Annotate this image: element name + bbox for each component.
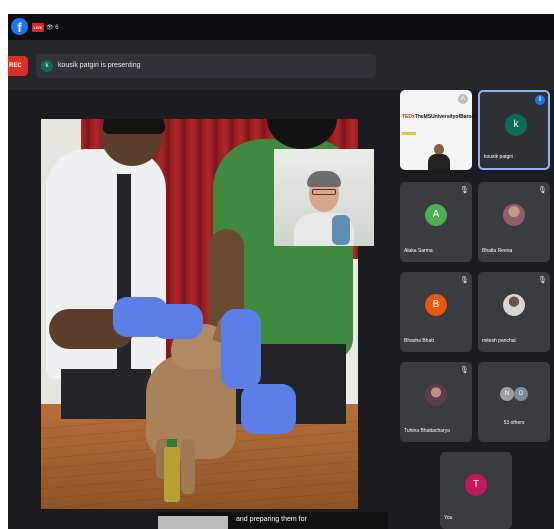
speaker-photo bbox=[428, 144, 450, 170]
avatar: N bbox=[500, 387, 514, 401]
live-stream-bar: f LIVE 👁 6 bbox=[8, 14, 554, 40]
avatar: T bbox=[465, 474, 487, 496]
participant-name: Bhasha Bhatt bbox=[404, 338, 435, 344]
speaking-indicator-icon: ⦀ bbox=[535, 95, 545, 105]
participant-tile-bhatla[interactable]: 🎙 Bhatla Reena bbox=[478, 182, 550, 262]
participant-tile-others[interactable]: N D 53 others bbox=[478, 362, 550, 442]
participant-tile-kousik[interactable]: ⦀ k kousik patgiri bbox=[478, 90, 550, 170]
presenting-text: kousik patgiri is presenting bbox=[58, 62, 141, 69]
dog-leg bbox=[181, 439, 195, 494]
participant-tile-bhasha[interactable]: 🎙 B Bhasha Bhatt bbox=[400, 272, 472, 352]
presenter-scarf bbox=[332, 215, 350, 245]
mic-off-icon: 🎙 bbox=[460, 366, 469, 374]
avatar: D bbox=[514, 387, 528, 401]
participant-name: mitesh panchal bbox=[482, 338, 516, 344]
student-left-hair bbox=[103, 119, 165, 134]
participant-name: Alaka Sarma bbox=[404, 248, 433, 254]
participant-tile-mitesh[interactable]: 🎙 mitesh panchal bbox=[478, 272, 550, 352]
facebook-icon[interactable]: f bbox=[11, 18, 28, 35]
participant-name: kousik patgiri bbox=[484, 154, 514, 160]
others-count-label: 53 others bbox=[503, 420, 525, 426]
tedx-accent-bar bbox=[402, 132, 416, 135]
meeting-header: REC k kousik patgiri is presenting bbox=[8, 40, 554, 90]
presenter-glasses bbox=[312, 189, 336, 195]
presenter-camera-overlay bbox=[274, 149, 374, 246]
caption-text: and preparing them for bbox=[236, 516, 307, 523]
participant-name: Bhatla Reena bbox=[482, 248, 513, 254]
student-left-pants bbox=[61, 369, 151, 419]
avatar-photo bbox=[425, 384, 447, 406]
avatar-photo bbox=[503, 294, 525, 316]
tedx-logo-main: TEDx bbox=[402, 114, 415, 120]
participant-name: Tuhina Bhattacharya bbox=[404, 428, 450, 434]
live-badge: LIVE bbox=[32, 23, 44, 32]
mic-off-icon: 🎙 bbox=[538, 186, 547, 194]
meet-window: f LIVE 👁 6 REC k kousik patgiri is prese… bbox=[8, 14, 554, 529]
mic-off-icon: 🎙 bbox=[460, 186, 469, 194]
avatar-photo bbox=[503, 204, 525, 226]
viewer-count: 👁 6 bbox=[46, 25, 59, 31]
presenter-hair bbox=[307, 171, 341, 187]
tedx-logo: TEDxTheMSUniversityofBaroda bbox=[402, 114, 477, 120]
presenting-chip[interactable]: k kousik patgiri is presenting bbox=[36, 54, 376, 78]
participant-tile-you[interactable]: T You bbox=[440, 452, 512, 529]
avatar: k bbox=[505, 114, 527, 136]
mic-off-icon: 🎙 bbox=[460, 276, 469, 284]
caption-speaker-block bbox=[158, 516, 228, 529]
participant-tile-tuhina[interactable]: 🎙 Tuhina Bhattacharya bbox=[400, 362, 472, 442]
medicine-bottle bbox=[164, 447, 180, 502]
participant-name: You bbox=[444, 515, 453, 521]
presenter-avatar: k bbox=[41, 60, 53, 72]
blue-glove bbox=[241, 384, 296, 434]
participant-badge: A bbox=[458, 94, 468, 104]
blue-glove bbox=[221, 309, 261, 389]
avatar: B bbox=[425, 294, 447, 316]
live-caption: and preparing them for bbox=[158, 512, 388, 529]
tedx-logo-rest: TheMSUniversityofBaroda bbox=[414, 114, 478, 120]
avatar: A bbox=[425, 204, 447, 226]
mic-off-icon: 🎙 bbox=[538, 276, 547, 284]
blue-glove bbox=[151, 304, 203, 339]
participant-tile-ted[interactable]: TEDxTheMSUniversityofBaroda A bbox=[400, 90, 477, 170]
participant-tile-alaka[interactable]: 🎙 A Alaka Sarma bbox=[400, 182, 472, 262]
recording-button[interactable]: REC bbox=[8, 56, 28, 76]
viewer-count-value: 6 bbox=[55, 25, 59, 31]
